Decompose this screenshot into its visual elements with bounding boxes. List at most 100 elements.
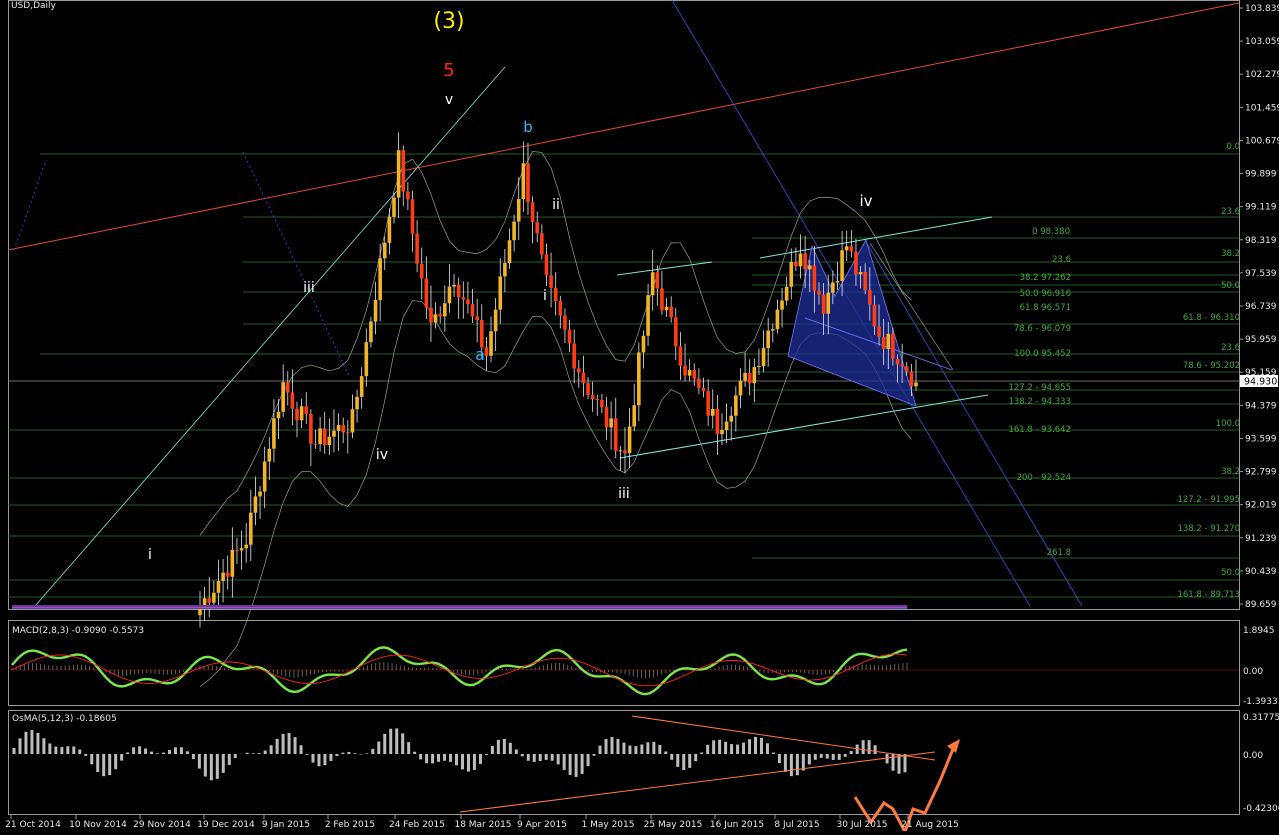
fib-label: 161.8 - 89.713 xyxy=(1177,590,1240,600)
wave-label: iv xyxy=(859,192,872,210)
osma-bar xyxy=(760,738,763,754)
candle-body xyxy=(318,428,322,444)
fib-label: 50.0 xyxy=(1221,281,1240,291)
osma-bar xyxy=(72,746,75,754)
osma-bar xyxy=(521,754,524,756)
candle-body xyxy=(535,222,539,233)
red-trend-line xyxy=(8,3,1239,250)
osma-bar xyxy=(168,750,171,754)
candle-body xyxy=(512,222,516,241)
osma-bar xyxy=(120,754,123,761)
osma-bar xyxy=(13,748,16,754)
candle-body xyxy=(420,264,424,279)
fib-label: 61.8 - 96.310 xyxy=(1183,313,1240,323)
fib-label: 23.6 xyxy=(1221,207,1240,217)
fib-label: 261.8 xyxy=(1047,548,1071,558)
osma-bar xyxy=(431,754,434,763)
candle-body xyxy=(600,400,604,407)
dotted-blue-line-2 xyxy=(14,160,46,250)
candle-body xyxy=(697,379,701,388)
osma-bar xyxy=(401,733,404,754)
candle-body xyxy=(914,382,918,386)
osma-bar xyxy=(832,754,835,760)
osma-bar xyxy=(700,753,703,754)
osma-bar xyxy=(198,754,201,769)
osma-bar xyxy=(30,730,33,754)
osma-bar xyxy=(66,746,69,754)
osma-bar xyxy=(736,745,739,754)
candle-body xyxy=(360,376,364,397)
channel-upper-left xyxy=(617,262,712,275)
osma-bar xyxy=(706,745,709,754)
date-tick-label: 16 Jun 2015 xyxy=(710,820,764,830)
macd-axis-zero: 0.00 xyxy=(1243,667,1263,677)
fib-label: 138.2 - 94.333 xyxy=(1008,397,1071,407)
osma-bar xyxy=(90,754,93,764)
osma-bar xyxy=(377,742,380,754)
candle-body xyxy=(813,265,817,290)
osma-bar xyxy=(323,754,326,765)
osma-bar xyxy=(36,733,39,754)
osma-bar xyxy=(294,737,297,754)
chart-canvas[interactable]: 103.839103.059102.279101.459100.67999.89… xyxy=(0,0,1279,831)
osma-bar xyxy=(306,754,309,755)
date-tick-label: 29 Nov 2014 xyxy=(133,820,191,830)
date-tick-label: 24 Feb 2015 xyxy=(389,820,445,830)
candle-body xyxy=(563,315,567,329)
candle-body xyxy=(753,367,757,383)
osma-bar xyxy=(820,754,823,758)
candle-body xyxy=(341,425,345,432)
chart-stage[interactable]: 103.839103.059102.279101.459100.67999.89… xyxy=(0,0,1279,831)
osma-bar xyxy=(712,740,715,754)
candle-body xyxy=(397,150,401,197)
channel-lower xyxy=(620,395,988,458)
osma-bar xyxy=(234,754,237,758)
price-tick-label: 89.659 xyxy=(1245,600,1277,610)
osma-bar xyxy=(646,742,649,754)
wave-label: (3) xyxy=(433,9,464,34)
price-tick-label: 96.739 xyxy=(1245,302,1277,312)
wave-label: iv xyxy=(376,447,388,463)
osma-bar xyxy=(850,751,853,754)
candle-body xyxy=(549,275,553,288)
osma-bar xyxy=(335,754,338,756)
candle-body xyxy=(540,233,544,254)
osma-upper-trend xyxy=(632,716,935,760)
candle-body xyxy=(337,425,341,431)
candle-body xyxy=(364,342,368,376)
candle-body xyxy=(281,382,285,412)
osma-bar xyxy=(826,754,829,759)
osma-bar xyxy=(551,754,554,761)
price-tick-label: 103.839 xyxy=(1245,4,1279,14)
osma-bar xyxy=(610,737,613,754)
osma-bar xyxy=(419,754,422,759)
osma-bar xyxy=(652,742,655,754)
candle-body xyxy=(905,366,909,371)
candle-body xyxy=(577,368,581,372)
fib-label: 61.8 96.571 xyxy=(1020,303,1071,313)
osma-bar xyxy=(150,752,153,754)
candle-body xyxy=(240,548,244,550)
osma-bar xyxy=(515,749,518,754)
candle-body xyxy=(522,163,526,199)
osma-bar xyxy=(156,753,159,754)
candle-body xyxy=(351,409,355,432)
osma-bar xyxy=(395,728,398,754)
osma-bar xyxy=(126,752,129,754)
candle-body xyxy=(457,285,461,297)
candle-body xyxy=(554,288,558,301)
fib-label: 23.6 xyxy=(1052,255,1071,265)
candle-body xyxy=(406,192,410,200)
fib-grid-lines xyxy=(8,154,1239,597)
candle-body xyxy=(295,409,299,421)
osma-bar xyxy=(718,740,721,754)
osma-bar xyxy=(868,740,871,754)
osma-bar xyxy=(300,745,303,754)
candle-body xyxy=(674,317,678,346)
candle-body xyxy=(632,405,636,426)
wave-label: iii xyxy=(303,280,315,296)
osma-bar xyxy=(766,743,769,754)
osma-lower-trend xyxy=(460,752,935,812)
fib-labels: 0.023.60 98.38038.223.638.2 97.26250.050… xyxy=(1008,142,1240,600)
fib-label: 50.0 xyxy=(1221,568,1240,578)
